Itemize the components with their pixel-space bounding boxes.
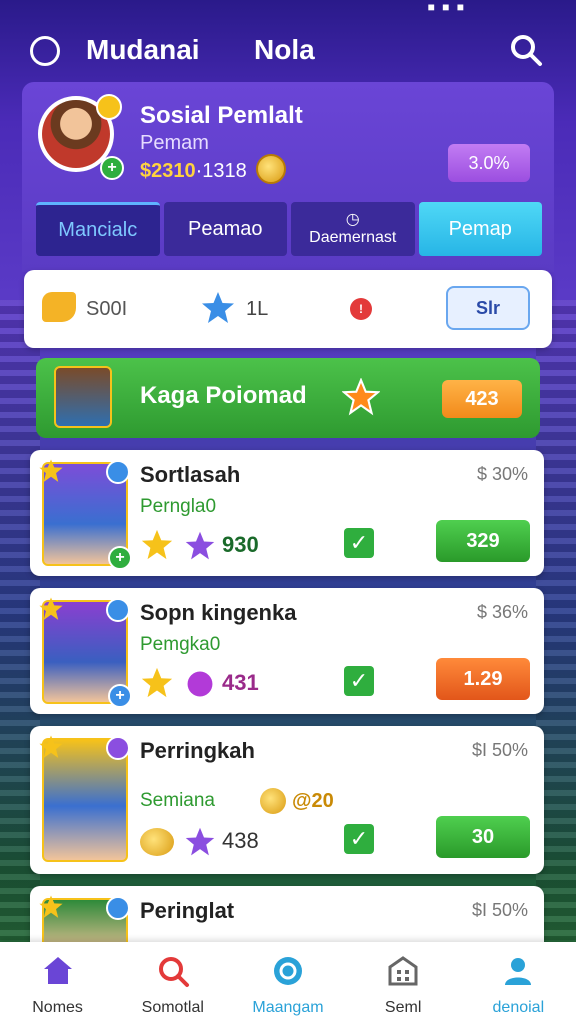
card-name: Peringlat bbox=[140, 898, 235, 923]
home-icon bbox=[43, 957, 72, 984]
bottom-nav: Nomes Somotlal Maangam Seml denoial bbox=[0, 942, 576, 1024]
badge-icon bbox=[106, 460, 130, 484]
nav-profile[interactable]: denoial bbox=[463, 948, 573, 1018]
star-icon bbox=[39, 597, 63, 620]
card-score: 438 bbox=[222, 828, 259, 853]
nav-search[interactable]: Somotlal bbox=[118, 948, 228, 1018]
stat-label-1: S00I bbox=[86, 298, 128, 320]
search-icon[interactable] bbox=[508, 32, 544, 68]
tab-pemap[interactable]: Pemap bbox=[418, 202, 542, 256]
search-icon bbox=[158, 957, 189, 987]
coin-icon bbox=[256, 154, 286, 184]
card-subtitle: Perngla0 bbox=[140, 496, 217, 517]
nav-building[interactable]: Seml bbox=[348, 948, 458, 1018]
status-bar: ■ ■ ■ bbox=[0, 0, 576, 18]
card-subtitle: Semiana bbox=[140, 790, 215, 811]
check-icon[interactable]: ✓ bbox=[344, 824, 374, 854]
nav-label: Nomes bbox=[32, 999, 83, 1016]
card-percent: $ 30% bbox=[476, 464, 528, 484]
profile-subtitle: Pemam bbox=[140, 132, 209, 154]
star-icon bbox=[141, 529, 173, 560]
nav-label: Seml bbox=[384, 999, 422, 1016]
add-icon[interactable]: + bbox=[108, 684, 132, 708]
chat-icon bbox=[273, 957, 302, 985]
card-button[interactable]: 329 bbox=[436, 520, 530, 562]
nav-title-left[interactable]: Mudanai bbox=[86, 34, 200, 66]
card-score: 930 bbox=[222, 532, 259, 557]
stats-bar: S00I 1L ! Slr bbox=[24, 270, 552, 348]
star-icon bbox=[202, 292, 234, 323]
add-icon[interactable]: + bbox=[108, 546, 132, 570]
add-icon[interactable]: + bbox=[100, 156, 124, 180]
player-portrait: + bbox=[39, 459, 132, 570]
crown-icon bbox=[96, 94, 122, 120]
tab-mancialc[interactable]: Mancialc bbox=[36, 202, 160, 256]
alert-icon[interactable]: ! bbox=[350, 298, 372, 320]
check-icon[interactable]: ✓ bbox=[344, 528, 374, 558]
stat-label-2: 1L bbox=[246, 298, 269, 320]
highlight-avatar bbox=[54, 366, 112, 428]
card-percent: $I 50% bbox=[471, 900, 528, 920]
user-icon bbox=[505, 958, 532, 985]
top-nav: Mudanai Nola bbox=[0, 28, 576, 72]
tab-daemernast[interactable]: ◷ Daemernast bbox=[291, 202, 415, 256]
coins-highlight: $2310 bbox=[140, 160, 196, 182]
card-name: Perringkah bbox=[140, 738, 255, 763]
boot-icon bbox=[42, 292, 76, 322]
coins-rest: ·1318 bbox=[195, 160, 247, 182]
profile-name: Sosial Pemlalt bbox=[140, 102, 303, 129]
card-percent: $I 50% bbox=[471, 740, 528, 760]
star-icon bbox=[39, 895, 63, 918]
nav-label: denoial bbox=[492, 999, 545, 1016]
badge-icon bbox=[106, 736, 130, 760]
star-icon bbox=[39, 459, 63, 482]
profile-coins: $2310·1318 bbox=[140, 160, 247, 183]
menu-circle-icon[interactable] bbox=[30, 36, 60, 66]
nav-label: Maangam bbox=[252, 999, 324, 1016]
coin-icon bbox=[260, 788, 286, 814]
tab-bar: Mancialc Peamao ◷ Daemernast Pemap bbox=[36, 202, 542, 256]
card-button[interactable]: 1.29 bbox=[436, 658, 530, 700]
card-percent: $ 36% bbox=[476, 602, 528, 622]
star-icon bbox=[342, 378, 380, 416]
tab-daemernast-label: Daemernast bbox=[309, 229, 397, 246]
badge-icon bbox=[106, 896, 130, 920]
building-icon bbox=[388, 956, 418, 986]
list-item[interactable]: + Sortlasah Perngla0 $ 30% 930 ✓ 329 bbox=[30, 450, 544, 576]
card-name: Sopn kingenka bbox=[140, 600, 297, 625]
nav-label: Somotlal bbox=[141, 999, 204, 1016]
purple-star-icon bbox=[185, 827, 215, 856]
player-portrait bbox=[39, 735, 130, 862]
check-icon[interactable]: ✓ bbox=[344, 666, 374, 696]
star-icon bbox=[141, 667, 173, 698]
purple-star-icon bbox=[185, 531, 215, 560]
list-item[interactable]: + Sopn kingenka Pemgka0 $ 36% 431 ✓ 1.29 bbox=[30, 588, 544, 714]
badge-icon bbox=[106, 598, 130, 622]
nav-title-right[interactable]: Nola bbox=[254, 34, 315, 66]
highlight-title: Kaga Poiomad bbox=[140, 382, 307, 409]
player-portrait: + bbox=[39, 597, 132, 708]
profile-badge[interactable]: 3.0% bbox=[448, 144, 530, 182]
coin-icon bbox=[140, 828, 174, 856]
list-item[interactable]: Perringkah Semiana @20 $I 50% 438 ✓ 30 bbox=[30, 726, 544, 874]
highlight-button[interactable]: 423 bbox=[442, 380, 522, 418]
highlight-row[interactable]: Kaga Poiomad 423 bbox=[36, 358, 540, 438]
card-score: 431 bbox=[222, 670, 259, 695]
card-name: Sortlasah bbox=[140, 462, 241, 487]
clock-icon: ◷ bbox=[345, 211, 360, 228]
star-icon bbox=[39, 735, 63, 758]
purple-orb-icon bbox=[187, 671, 213, 697]
nav-chat[interactable]: Maangam bbox=[233, 948, 343, 1018]
status-indicators: ■ ■ ■ bbox=[427, 0, 466, 14]
tab-peamao[interactable]: Peamao bbox=[163, 202, 287, 256]
card-button[interactable]: 30 bbox=[436, 816, 530, 858]
card-subtitle: Pemgka0 bbox=[140, 634, 221, 655]
nav-home[interactable]: Nomes bbox=[3, 948, 113, 1018]
stats-button[interactable]: Slr bbox=[446, 286, 530, 330]
card-extra: @20 bbox=[292, 790, 334, 812]
